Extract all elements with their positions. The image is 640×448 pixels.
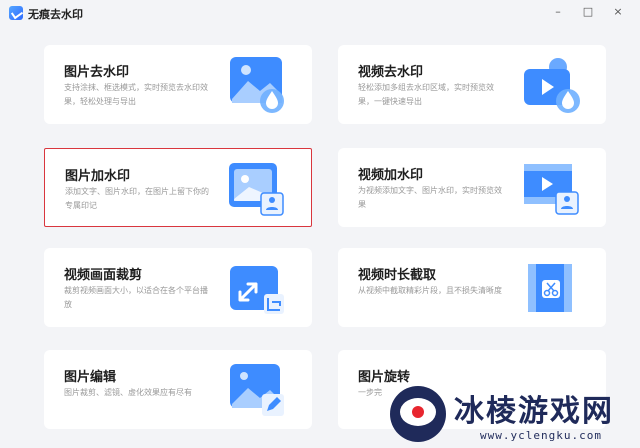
card-description: 从视频中截取精彩片段，且不损失清晰度 [358,286,502,295]
card-description: 裁剪视频画面大小，以适合在各个平台播放 [64,286,208,309]
card-title: 视频去水印 [358,65,424,80]
watermark-text: 冰棱游戏网 [454,394,614,429]
card-video-add-watermark[interactable]: 视频加水印 为视频添加文字、图片水印，实时预览效果 [338,148,606,227]
card-title: 视频加水印 [358,168,424,183]
card-title: 图片编辑 [64,370,117,385]
card-title: 图片加水印 [65,169,131,184]
app-logo-icon [9,6,23,20]
card-description: 轻松添加多组去水印区域，实时预览效果，一键快速导出 [358,83,494,106]
card-image-remove-watermark[interactable]: 图片去水印 支持涂抹、框选模式，实时预览去水印效果，轻松处理与导出 [44,45,312,124]
site-watermark: 冰棱游戏网 www.yclengku.com [380,380,640,448]
close-button[interactable]: × [609,4,627,20]
site-logo-icon [390,386,446,442]
minimize-button[interactable]: – [549,4,567,20]
app-title: 无痕去水印 [28,8,83,21]
image-edit-icon [230,364,284,416]
card-image-add-watermark[interactable]: 图片加水印 添加文字、图片水印，在图片上留下你的专属印记 [44,148,312,227]
card-description: 支持涂抹、框选模式，实时预览去水印效果，轻松处理与导出 [64,83,208,106]
card-image-edit[interactable]: 图片编辑 图片裁剪、滤镜、虚化效果应有尽有 [44,350,312,429]
card-title: 视频时长截取 [358,268,437,283]
card-description: 图片裁剪、滤镜、虚化效果应有尽有 [64,388,192,397]
video-trim-icon [528,264,572,312]
image-add-watermark-icon [229,163,284,216]
video-crop-icon [230,266,284,314]
card-video-crop[interactable]: 视频画面裁剪 裁剪视频画面大小，以适合在各个平台播放 [44,248,312,327]
card-title: 视频画面裁剪 [64,268,143,283]
card-video-trim[interactable]: 视频时长截取 从视频中截取精彩片段，且不损失清晰度 [338,248,606,327]
card-description: 为视频添加文字、图片水印，实时预览效果 [358,186,502,209]
card-title: 图片去水印 [64,65,130,80]
card-description: 添加文字、图片水印，在图片上留下你的专属印记 [65,187,209,210]
title-bar: 无痕去水印 – □ × [0,0,640,26]
watermark-url: www.yclengku.com [480,429,602,442]
maximize-button[interactable]: □ [579,4,597,20]
image-remove-watermark-icon [230,57,284,113]
card-video-remove-watermark[interactable]: 视频去水印 轻松添加多组去水印区域，实时预览效果，一键快速导出 [338,45,606,124]
video-add-watermark-icon [524,164,579,215]
video-remove-watermark-icon [524,58,580,113]
